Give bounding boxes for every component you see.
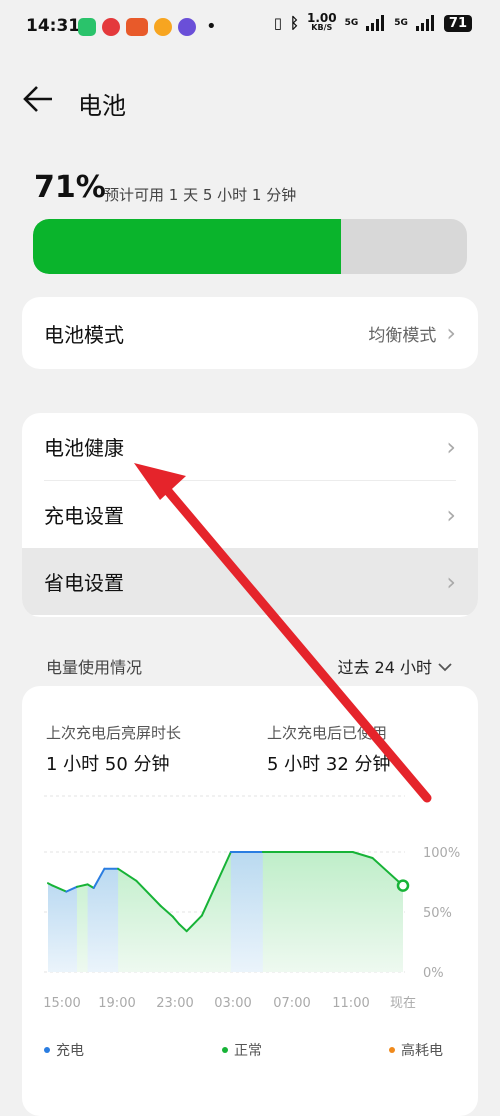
chevron-right-icon: › xyxy=(446,432,456,461)
x-tick-label: 现在 xyxy=(390,996,416,1011)
battery-level-fill xyxy=(33,219,342,274)
legend-label: 高耗电 xyxy=(401,1043,443,1059)
app-notification-icon xyxy=(102,17,120,36)
screen-on-value: 1 小时 50 分钟 xyxy=(46,754,170,775)
power-saving-row[interactable]: 省电设置 › xyxy=(22,548,478,615)
legend-label: 正常 xyxy=(234,1043,262,1059)
x-tick-label: 23:00 xyxy=(156,996,193,1011)
y-tick-label: 0% xyxy=(423,966,444,981)
chevron-right-icon: › xyxy=(446,319,456,347)
screen-on-label: 上次充电后亮屏时长 xyxy=(46,724,182,742)
high-drain-legend-dot xyxy=(389,1047,395,1053)
battery-level-bar xyxy=(33,219,467,274)
battery-estimate: 预计可用 1 天 5 小时 1 分钟 xyxy=(104,186,297,204)
legend-high-drain: 高耗电 xyxy=(389,1040,443,1060)
battery-settings-card: 电池健康 › 充电设置 › 省电设置 › xyxy=(22,413,478,617)
battery-health-label: 电池健康 xyxy=(44,436,124,460)
battery-health-row[interactable]: 电池健康 › xyxy=(22,413,478,480)
sim1-label: 5G xyxy=(344,18,359,28)
app-notification-icon xyxy=(78,17,96,36)
status-bar: 14:31 • ▯ ᛒ 1.00 KB/S 5G 5G 71 xyxy=(0,0,500,56)
arrow-left-icon[interactable] xyxy=(22,84,58,122)
signal-icon xyxy=(366,15,386,31)
page-title: 电池 xyxy=(78,91,126,120)
chevron-right-icon: › xyxy=(446,567,456,596)
x-tick-label: 07:00 xyxy=(273,996,310,1011)
battery-mode-value: 均衡模式 xyxy=(368,325,437,346)
charging-area xyxy=(87,868,119,972)
battery-mode-card: 电池模式 均衡模式 › xyxy=(22,297,478,369)
power-saving-label: 省电设置 xyxy=(44,571,124,595)
current-point xyxy=(396,879,410,892)
battery-percent: 71% xyxy=(34,170,106,205)
charging-settings-label: 充电设置 xyxy=(44,504,124,528)
chevron-right-icon: › xyxy=(446,500,456,529)
time-range-selector[interactable]: 过去 24 小时 xyxy=(337,654,452,678)
legend-charging: 充电 xyxy=(44,1040,84,1060)
net-speed: 1.00 xyxy=(306,11,337,25)
y-tick-label: 100% xyxy=(423,846,460,861)
usage-section-label: 电量使用情况 xyxy=(46,658,143,677)
sim2-label: 5G xyxy=(394,18,408,28)
app-header: 电池 xyxy=(22,84,126,122)
signal-icon xyxy=(415,15,436,31)
charging-area xyxy=(48,883,77,972)
battery-mode-label: 电池模式 xyxy=(44,322,124,347)
x-tick-label: 03:00 xyxy=(214,996,251,1011)
more-dot-icon: • xyxy=(206,16,217,37)
used-time-label: 上次充电后已使用 xyxy=(267,724,388,742)
chevron-down-icon xyxy=(438,657,452,676)
bluetooth-icon: ᛒ xyxy=(289,14,299,32)
app-notification-icon xyxy=(126,17,148,36)
charging-legend-dot xyxy=(44,1047,50,1053)
used-time-value: 5 小时 32 分钟 xyxy=(267,754,391,775)
net-speed-unit: KB/S xyxy=(311,23,333,32)
notification-icons: • xyxy=(78,16,217,37)
legend-normal: 正常 xyxy=(222,1040,262,1060)
battery-usage-chart: 100% 50% 0% 15:00 19:00 23:00 03:00 07:00 11:00 现… xyxy=(43,795,460,1011)
x-tick-label: 19:00 xyxy=(98,996,135,1011)
time-range-label: 过去 24 小时 xyxy=(337,658,432,677)
x-tick-label: 15:00 xyxy=(43,996,80,1011)
weibo-icon xyxy=(154,17,172,36)
x-tick-label: 11:00 xyxy=(332,996,369,1011)
vibrate-icon: ▯ xyxy=(273,14,282,32)
y-tick-label: 50% xyxy=(423,906,452,921)
battery-mode-row[interactable]: 电池模式 均衡模式 › xyxy=(22,297,478,369)
status-time: 14:31 xyxy=(26,16,81,36)
charging-settings-row[interactable]: 充电设置 › xyxy=(22,481,478,548)
normal-legend-dot xyxy=(222,1047,228,1053)
legend-label: 充电 xyxy=(56,1043,84,1059)
charging-area xyxy=(230,852,263,972)
app-notification-icon xyxy=(178,17,196,36)
battery-status-icon: 71 xyxy=(443,14,472,32)
